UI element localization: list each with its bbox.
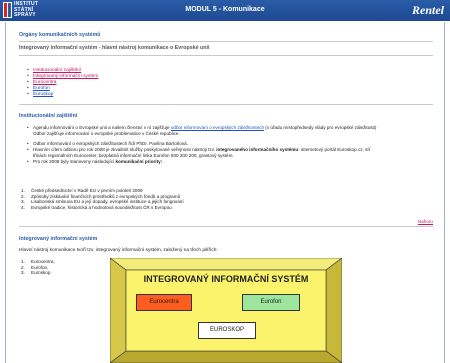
priorities-list: 1. České předsednictví v Radě EU v prvním… bbox=[21, 188, 184, 210]
eurocentra-box[interactable]: Eurocentra bbox=[136, 294, 192, 311]
bullet-text: (v úřadu místopředsedy vlády pro evropsk… bbox=[264, 125, 377, 130]
list-item-text: Lisabonská smlouva EU a její dopady, evr… bbox=[31, 199, 184, 205]
page-subtitle: Integrovaný informační systém - hlavní n… bbox=[19, 45, 210, 51]
content-frame: Orgány komunikačních systémů Integrovaný… bbox=[5, 22, 445, 363]
bullet-text: Odbor zajišťuje informování o evropské p… bbox=[33, 130, 180, 136]
euroskop-box[interactable]: EUROSKOP bbox=[198, 322, 256, 339]
list-item-text: Eurofon, bbox=[31, 264, 49, 270]
integrated-system-diagram: INTEGROVANÝ INFORMAČNÍ SYSTÉM Eurocentra… bbox=[110, 258, 342, 363]
divider bbox=[19, 55, 433, 56]
section2-intro: Hlavní nástroj komunikace tvoří tzv. int… bbox=[19, 248, 218, 253]
bullet-text: : internetový portál Euroskop.cz, síť bbox=[298, 147, 371, 153]
top-header-bar: INSTITUT STÁTNÍ SPRÁVY MODUL 5 - Komunik… bbox=[0, 0, 450, 21]
toc-link-eurocentra[interactable]: Eurocentra bbox=[33, 80, 56, 85]
list-item: 3. Euroskop. bbox=[21, 270, 52, 276]
bullet-text: Odbor informování o evropských záležitos… bbox=[33, 141, 188, 147]
list-item-text: České předsednictví v Radě EU v prvním p… bbox=[31, 188, 143, 193]
bullet-bold-text: komunikační priority: bbox=[115, 158, 163, 164]
toc-link-eurofon[interactable]: Eurofon bbox=[33, 86, 50, 91]
list-item-text: Evropské tradice, historická a hodnotová… bbox=[31, 204, 172, 210]
bullet-item: Hlavním cílem odboru pro rok 2008 je zkv… bbox=[27, 147, 428, 158]
divider bbox=[19, 226, 433, 227]
list-item-text: Euroskop. bbox=[31, 270, 52, 276]
page-title: Orgány komunikačních systémů bbox=[19, 32, 101, 38]
list-item-text: Eurocentra, bbox=[31, 259, 55, 264]
eurofon-box[interactable]: Eurofon bbox=[242, 294, 300, 311]
logo-line-3: SPRÁVY bbox=[14, 12, 36, 19]
bullet-bold-text: integrovaného informačního systému bbox=[216, 147, 299, 153]
bullet-text: Hlavním cílem odboru pro rok 2008 je zkv… bbox=[33, 147, 217, 153]
bullet-text: Agendu informování o Evropské unii a naš… bbox=[33, 125, 171, 130]
section1-bullets: Agendu informování o Evropské unii a naš… bbox=[27, 125, 428, 165]
bullet-text: třinácti regionálních Eurocenter, bezpla… bbox=[33, 152, 234, 158]
bullet-text: Pro rok 2008 byly stanoveny následující bbox=[33, 158, 116, 164]
brand-logo[interactable]: Rentel bbox=[412, 3, 444, 18]
table-of-contents: Institucionální zajištění Integrovaný in… bbox=[27, 68, 98, 98]
toc-link-institucionalni-zajisteni[interactable]: Institucionální zajištění bbox=[33, 68, 81, 73]
bullet-item: Pro rok 2008 byly stanoveny následující … bbox=[27, 158, 428, 165]
module-title: MODUL 5 - Komunikace bbox=[185, 6, 265, 13]
bullet-item: Agendu informování o Evropské unii a naš… bbox=[27, 125, 428, 136]
toc-link-integrovany-system[interactable]: Integrovaný informační systém bbox=[33, 74, 98, 79]
list-item-text: Způsoby získávání finančních prostředků … bbox=[31, 193, 181, 199]
diagram-title: INTEGROVANÝ INFORMAČNÍ SYSTÉM bbox=[143, 274, 309, 284]
toc-link-euroskop[interactable]: Euroskop bbox=[33, 92, 53, 97]
divider bbox=[19, 41, 433, 42]
pillars-list: 1. Eurocentra, 2. Eurofon, 3. Euroskop. bbox=[21, 259, 55, 276]
divider bbox=[19, 104, 433, 105]
odbor-link[interactable]: odbor informování o evropských záležitos… bbox=[171, 125, 264, 130]
toc-item: Euroskop bbox=[27, 92, 98, 98]
section-title-institucionalni: Institucionální zajištění bbox=[19, 113, 78, 119]
back-to-top-link[interactable]: Nahoru bbox=[418, 219, 433, 224]
list-item: 4. Evropské tradice, historická a hodnoto… bbox=[21, 204, 172, 210]
section-title-integrovany: Integrovaný informační systém bbox=[19, 236, 98, 242]
